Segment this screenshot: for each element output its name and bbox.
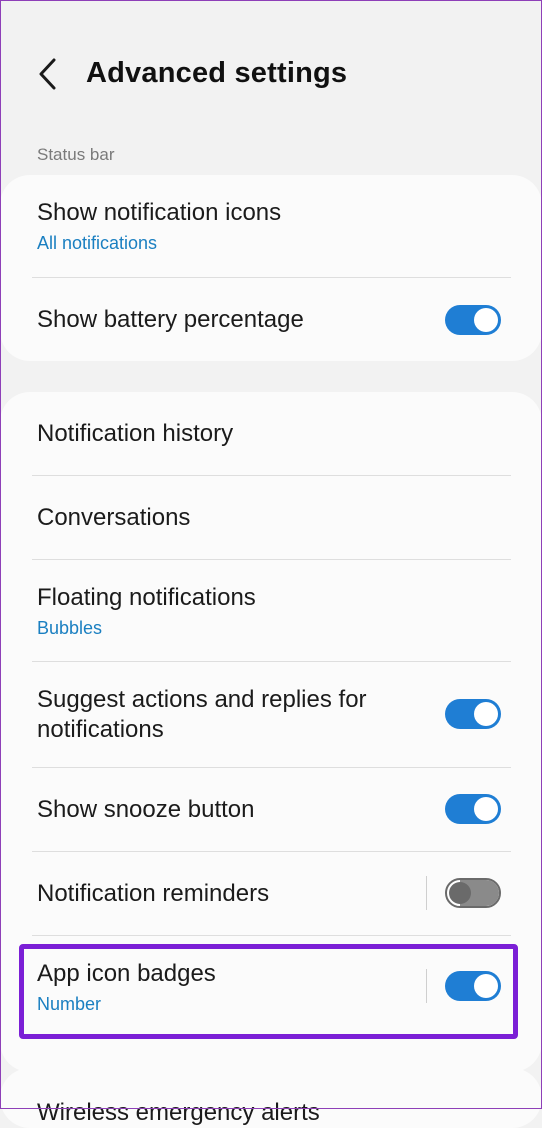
toggle-knob — [474, 974, 498, 998]
setting-show-battery-percentage[interactable]: Show battery percentage — [0, 278, 542, 361]
notification-settings-card: Notification history Conversations Float… — [0, 392, 542, 1072]
setting-title: Show snooze button — [37, 796, 255, 823]
snooze-button-toggle[interactable] — [445, 794, 501, 824]
setting-title: Conversations — [37, 504, 191, 531]
setting-title: Notification history — [37, 420, 234, 447]
setting-show-notification-icons[interactable]: Show notification icons All notification… — [0, 175, 542, 277]
setting-suggest-actions-replies[interactable]: Suggest actions and replies for notifica… — [0, 662, 542, 767]
app-icon-badges-toggle[interactable] — [445, 971, 501, 1001]
setting-notification-reminders[interactable]: Notification reminders — [0, 852, 542, 935]
setting-title: Show battery percentage — [37, 306, 304, 333]
setting-title: Show notification icons — [37, 199, 282, 226]
page-title: Advanced settings — [86, 57, 348, 89]
battery-percentage-toggle[interactable] — [445, 305, 501, 335]
setting-title: Notification reminders — [37, 880, 270, 907]
top-app-bar: Advanced settings — [0, 46, 542, 102]
setting-title-line1: Suggest actions and replies for — [37, 686, 367, 713]
setting-show-snooze-button[interactable]: Show snooze button — [0, 768, 542, 851]
setting-conversations[interactable]: Conversations — [0, 476, 542, 559]
setting-notification-history[interactable]: Notification history — [0, 392, 542, 475]
setting-wireless-emergency-alerts[interactable]: Wireless emergency alerts — [37, 1098, 320, 1128]
toggle-knob — [474, 702, 498, 726]
setting-title: App icon badges — [37, 960, 216, 987]
emergency-alerts-card: Wireless emergency alerts — [0, 1068, 542, 1128]
toggle-knob — [474, 308, 498, 332]
setting-title-line2: notifications — [37, 716, 164, 743]
setting-subtitle: Bubbles — [37, 618, 103, 638]
setting-title: Floating notifications — [37, 584, 256, 611]
setting-subtitle: All notifications — [37, 233, 158, 253]
vertical-separator — [426, 876, 427, 910]
back-button[interactable] — [30, 50, 66, 98]
suggest-actions-toggle[interactable] — [445, 699, 501, 729]
toggle-knob — [449, 882, 471, 904]
setting-app-icon-badges[interactable]: App icon badges Number — [0, 936, 542, 1036]
notification-reminders-toggle[interactable] — [445, 878, 501, 908]
section-label-status-bar: Status bar — [37, 145, 115, 164]
toggle-knob — [474, 797, 498, 821]
status-bar-card: Show notification icons All notification… — [0, 175, 542, 361]
vertical-separator — [426, 969, 427, 1003]
chevron-left-icon — [39, 58, 56, 90]
setting-subtitle: Number — [37, 994, 102, 1014]
setting-floating-notifications[interactable]: Floating notifications Bubbles — [0, 560, 542, 661]
